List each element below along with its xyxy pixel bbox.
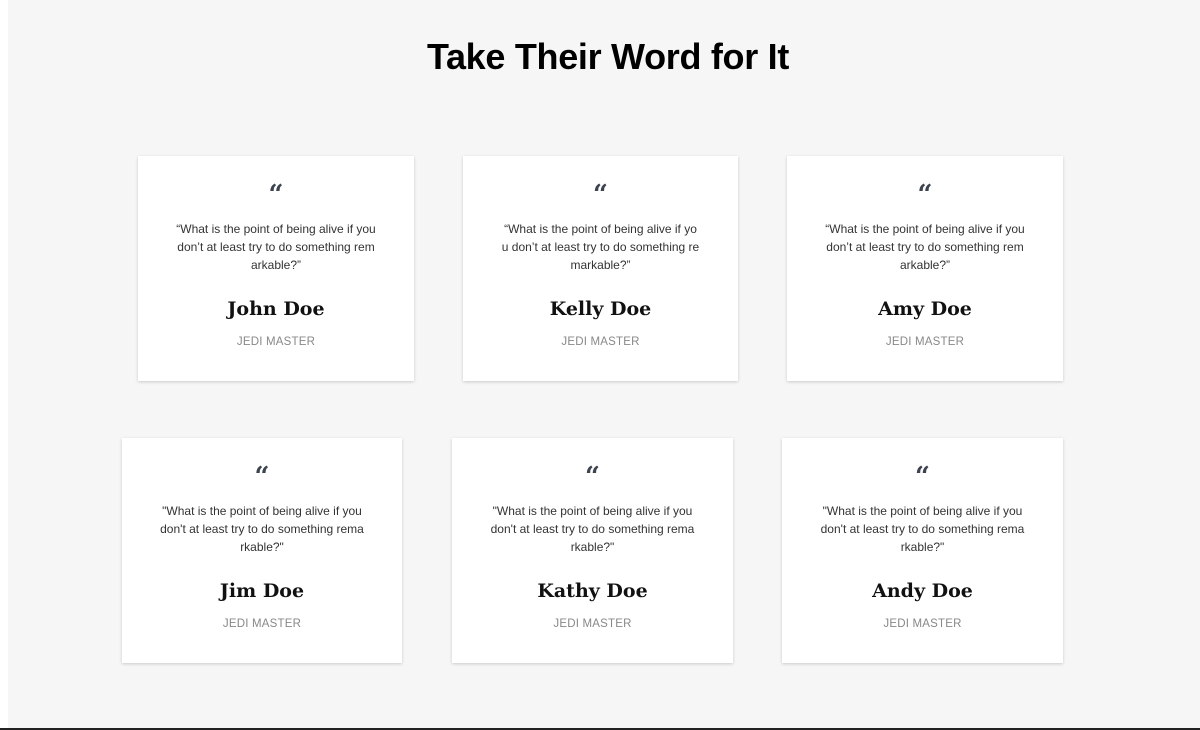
testimonial-name: Amy Doe <box>878 298 972 320</box>
testimonial-name: Jim Doe <box>219 580 305 602</box>
testimonial-role: JEDI MASTER <box>236 336 316 348</box>
testimonial-name: John Doe <box>227 298 325 320</box>
quote-icon: “ <box>254 464 270 484</box>
testimonial-quote: "What is the point of being alive if you… <box>160 504 364 554</box>
testimonial-role: JEDI MASTER <box>561 336 640 348</box>
testimonial-quote: "What is the point of being alive if you… <box>490 504 695 554</box>
testimonial-role: JEDI MASTER <box>222 618 302 630</box>
testimonial-role: JEDI MASTER <box>883 618 962 630</box>
testimonial-card: “ "What is the point of being alive if y… <box>782 438 1063 663</box>
testimonial-quote: “What is the point of being alive if you… <box>825 222 1025 272</box>
quote-icon: “ <box>915 464 930 484</box>
testimonial-card: “ “What is the point of being alive if y… <box>787 156 1063 381</box>
testimonial-role: JEDI MASTER <box>885 336 965 348</box>
testimonial-card: “ "What is the point of being alive if y… <box>122 438 402 663</box>
testimonial-card: “ “What is the point of being alive if y… <box>463 156 738 381</box>
testimonial-role: JEDI MASTER <box>553 618 632 630</box>
testimonial-quote: “What is the point of being alive if you… <box>501 222 700 272</box>
quote-icon: “ <box>585 464 600 484</box>
testimonial-quote: "What is the point of being alive if you… <box>820 504 1025 554</box>
testimonial-quote: “What is the point of being alive if you… <box>176 222 376 272</box>
testimonial-card: “ “What is the point of being alive if y… <box>138 156 414 381</box>
section-title: Take Their Word for It <box>426 36 790 77</box>
testimonial-name: Kathy Doe <box>537 580 648 602</box>
quote-icon: “ <box>593 182 608 202</box>
quote-icon: “ <box>268 182 284 202</box>
testimonial-name: Andy Doe <box>872 580 973 602</box>
quote-icon: “ <box>917 182 933 202</box>
testimonial-card: “ "What is the point of being alive if y… <box>452 438 733 663</box>
testimonial-name: Kelly Doe <box>549 298 652 320</box>
